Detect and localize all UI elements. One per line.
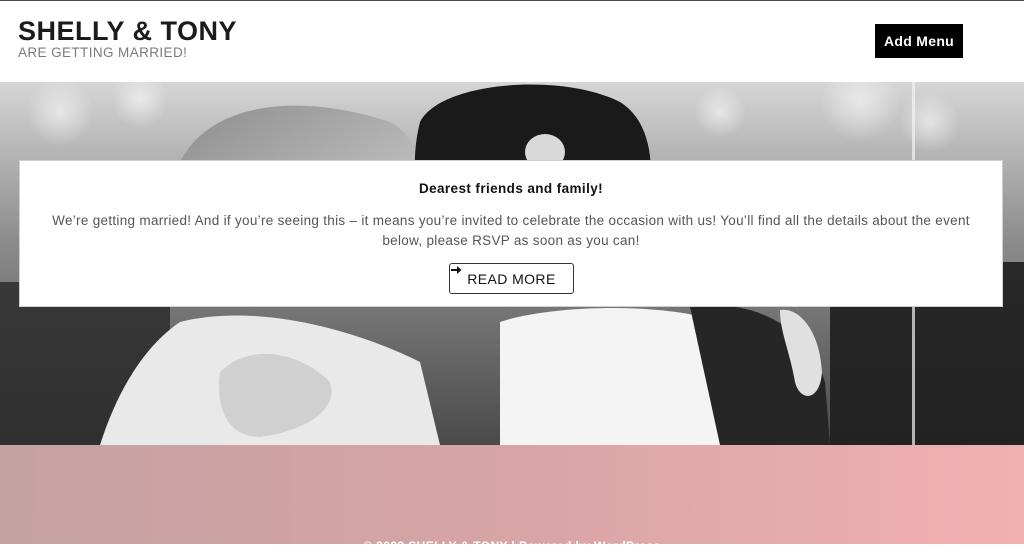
card-body: We’re getting married! And if you’re see… <box>52 213 970 248</box>
arrow-right-icon <box>451 266 462 274</box>
site-title[interactable]: SHELLY & TONY <box>18 16 237 46</box>
read-more-label: READ MORE <box>467 270 556 287</box>
site-tagline: ARE GETTING MARRIED! <box>18 45 188 60</box>
hero-section: Dearest friends and family! We’re gettin… <box>0 82 1024 445</box>
site-footer: © 2023 SHELLY & TONY | Powered by WordPr… <box>0 445 1024 553</box>
footer-copyright: © 2023 SHELLY & TONY | Powered by WordPr… <box>363 539 661 553</box>
card-title: Dearest friends and family! <box>418 181 604 196</box>
read-more-button[interactable]: READ MORE <box>449 263 574 294</box>
add-menu-button[interactable]: Add Menu <box>875 24 963 58</box>
invitation-card: Dearest friends and family! We’re gettin… <box>19 160 1003 307</box>
site-header: SHELLY & TONY ARE GETTING MARRIED! Add M… <box>0 1 1024 82</box>
